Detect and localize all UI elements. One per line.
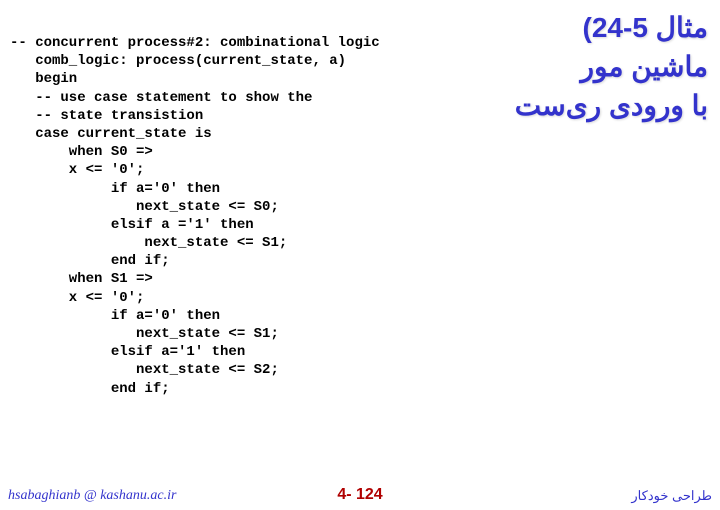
footer-author: hsabaghianb @ kashanu.ac.ir [8, 488, 176, 504]
title-line-2: ماشین مور [515, 47, 708, 86]
footer-topic: طراحی خودکار [631, 488, 712, 504]
slide-title: مثال 5-24) ماشین مور با ورودی ری‌ست [515, 8, 708, 126]
title-line-3: با ورودی ری‌ست [515, 86, 708, 125]
footer-page-number: 4- 124 [337, 486, 382, 504]
code-block: -- concurrent process#2: combinational l… [10, 34, 380, 398]
title-line-1: مثال 5-24) [515, 8, 708, 47]
